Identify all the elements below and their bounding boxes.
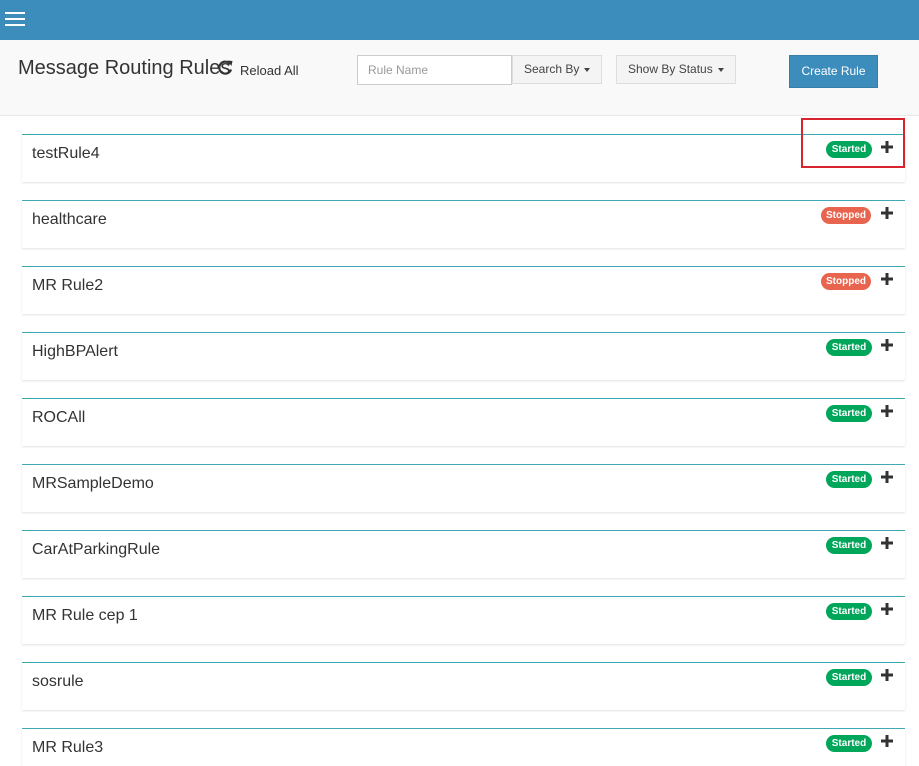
show-by-status-dropdown[interactable]: Show By Status [616,55,736,84]
page-title: Message Routing Rules [18,57,231,79]
rule-name: testRule4 [32,145,100,162]
rule-card[interactable]: MR Rule3 Started [22,728,905,766]
expand-plus-icon[interactable] [880,338,894,352]
status-badge: Started [826,471,872,488]
expand-plus-icon[interactable] [880,536,894,550]
rule-card[interactable]: MR Rule cep 1 Started [22,596,905,644]
status-badge: Started [826,735,872,752]
expand-plus-icon[interactable] [880,404,894,418]
reload-all-button[interactable]: Reload All [240,63,299,78]
status-badge: Started [826,603,872,620]
expand-plus-icon[interactable] [880,206,894,220]
rule-name: healthcare [32,211,107,228]
top-navbar [0,0,919,40]
expand-plus-icon[interactable] [880,140,894,154]
status-badge: Started [826,669,872,686]
rule-card[interactable]: MR Rule2 Stopped [22,266,905,314]
search-by-dropdown[interactable]: Search By [512,55,603,84]
rule-name: MR Rule cep 1 [32,607,138,624]
status-badge: Started [826,405,872,422]
rule-name: MR Rule3 [32,739,104,756]
expand-plus-icon[interactable] [880,470,894,484]
refresh-icon[interactable] [216,58,234,78]
rule-name: ROCAll [32,409,86,426]
show-by-status-label: Show By Status [628,62,713,76]
rule-card[interactable]: MRSampleDemo Started [22,464,905,512]
rule-card[interactable]: CarAtParkingRule Started [22,530,905,578]
caret-down-icon [717,67,724,72]
rule-card[interactable]: testRule4 Started [22,134,905,182]
expand-plus-icon[interactable] [880,272,894,286]
status-badge: Started [826,339,872,356]
status-badge: Stopped [821,207,871,224]
status-badge: Stopped [821,273,871,290]
create-rule-button[interactable]: Create Rule [789,55,878,88]
rule-name: sosrule [32,673,84,690]
rule-name: CarAtParkingRule [32,541,161,558]
rule-name: MR Rule2 [32,277,104,294]
rule-name-search-input[interactable] [357,55,512,85]
expand-plus-icon[interactable] [880,668,894,682]
expand-plus-icon[interactable] [880,734,894,748]
search-by-label: Search By [524,62,580,76]
rule-card[interactable]: ROCAll Started [22,398,905,446]
hamburger-menu-icon[interactable] [5,12,25,26]
rule-card[interactable]: healthcare Stopped [22,200,905,248]
expand-plus-icon[interactable] [880,602,894,616]
rule-card[interactable]: HighBPAlert Started [22,332,905,380]
rule-name: MRSampleDemo [32,475,154,492]
caret-down-icon [584,67,591,72]
rule-card[interactable]: sosrule Started [22,662,905,710]
rule-name: HighBPAlert [32,343,118,360]
status-badge: Started [826,141,872,158]
status-badge: Started [826,537,872,554]
